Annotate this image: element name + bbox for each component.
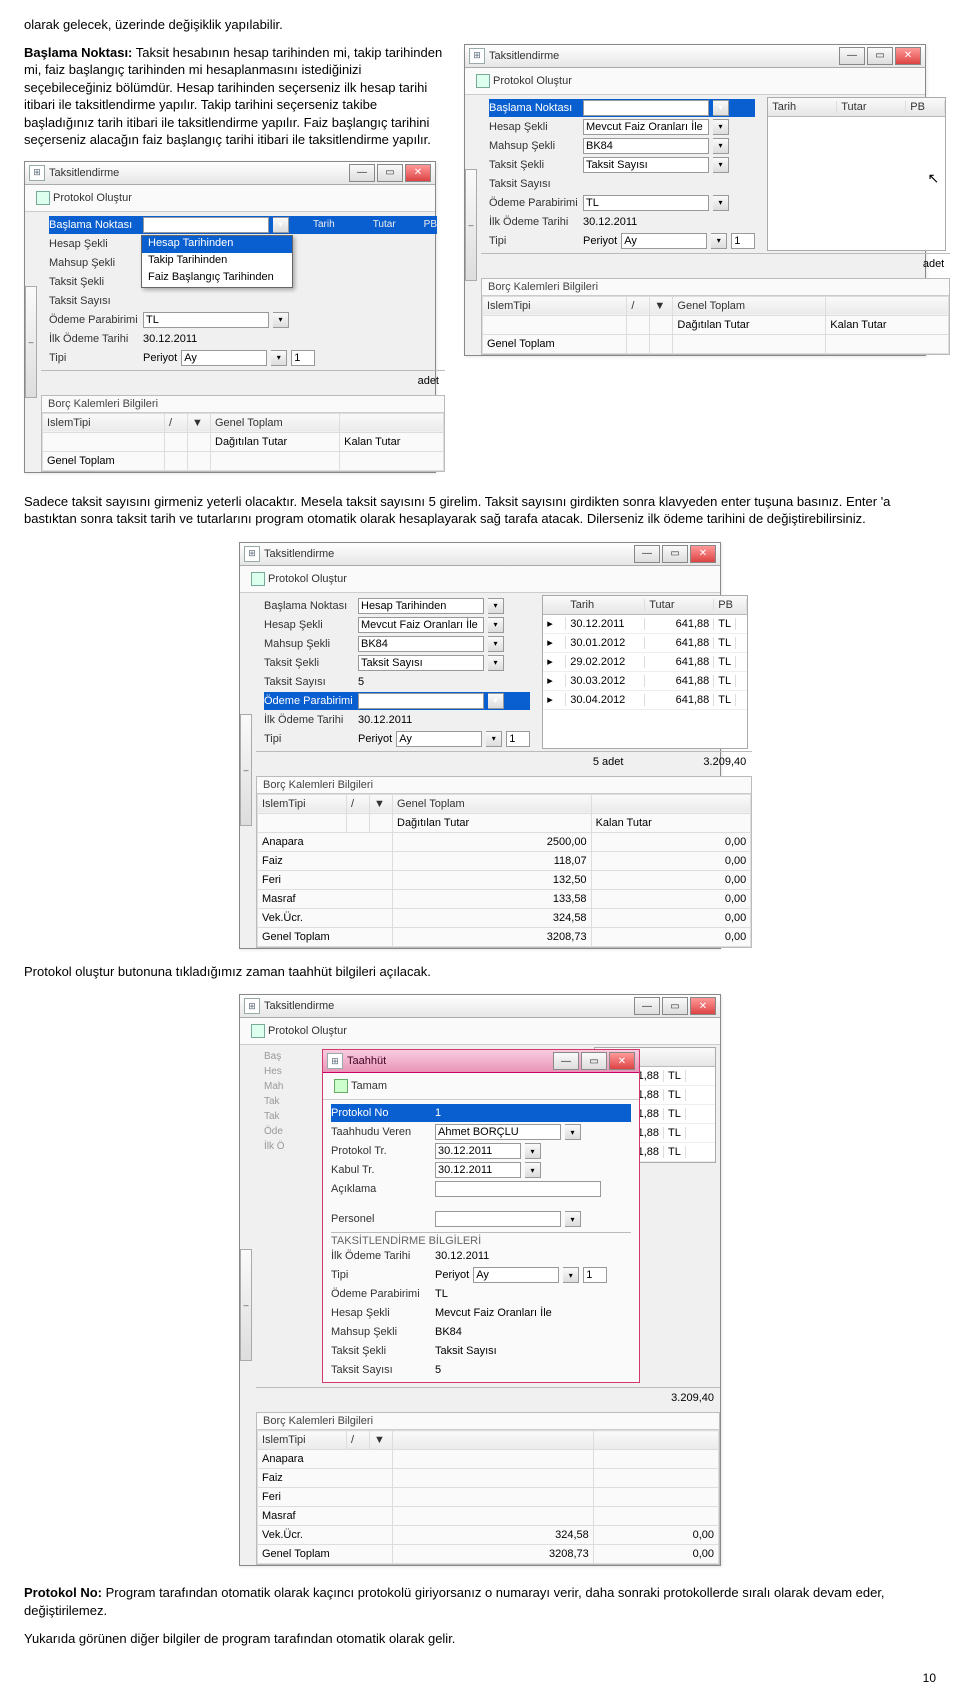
protokol-olustur-button[interactable]: Protokol Oluştur <box>244 1022 354 1040</box>
app-icon: ⊞ <box>29 165 45 181</box>
table-row: ▸30.01.2012641,88TL <box>543 634 747 653</box>
collapse-handle[interactable]: – <box>465 169 477 281</box>
hesap-sekli-input[interactable]: Mevcut Faiz Oranları İle <box>583 119 709 135</box>
dd-opt-faiz[interactable]: Faiz Başlangıç Tarihinden <box>142 270 292 287</box>
min-button[interactable]: — <box>634 997 660 1015</box>
check-icon <box>334 1079 348 1093</box>
table-row: Masraf133,580,00 <box>258 889 751 908</box>
aciklama-input[interactable] <box>435 1181 601 1197</box>
dropdown-icon[interactable]: ▾ <box>273 217 289 233</box>
taksit-sekli-input[interactable]: Taksit Sayısı <box>583 157 709 173</box>
page-number: 10 <box>24 1671 936 1685</box>
close-button[interactable]: ✕ <box>690 545 716 563</box>
periyot-input[interactable]: Ay <box>181 350 267 366</box>
para-son: Yukarıda görünen diğer bilgiler de progr… <box>24 1630 936 1648</box>
tamam-button[interactable]: Tamam <box>327 1077 394 1095</box>
table-row: Faiz <box>258 1469 719 1488</box>
close-button[interactable]: ✕ <box>690 997 716 1015</box>
dropdown-icon[interactable]: ▾ <box>711 233 727 249</box>
table-row: ▸29.02.2012641,88TL <box>543 653 747 672</box>
dropdown-icon[interactable]: ▾ <box>713 157 729 173</box>
min-button[interactable]: — <box>634 545 660 563</box>
max-button[interactable]: ▭ <box>867 47 893 65</box>
protokol-olustur-button[interactable]: Protokol Oluştur <box>244 570 354 588</box>
baslama-input[interactable]: Hesap Tarihinden <box>583 100 709 116</box>
min-button[interactable]: — <box>839 47 865 65</box>
min-button[interactable]: — <box>349 164 375 182</box>
screenshot-form-filled: ⊞ Taksitlendirme — ▭ ✕ Protokol Oluştur … <box>464 44 926 356</box>
dd-opt-takip[interactable]: Takip Tarihinden <box>142 253 292 270</box>
table-row: ▸30.12.2011641,88TL <box>543 615 747 634</box>
para-protokol-no: Protokol No: Program tarafından otomatik… <box>24 1584 936 1619</box>
dropdown-icon[interactable]: ▾ <box>713 195 729 211</box>
baslama-input[interactable]: Hesap Tarihinden <box>143 217 269 233</box>
table-row: Anapara <box>258 1450 719 1469</box>
dropdown-icon[interactable]: ▾ <box>713 100 729 116</box>
table-row: Masraf <box>258 1507 719 1526</box>
doc-icon <box>251 1024 265 1038</box>
table-row: Faiz118,070,00 <box>258 851 751 870</box>
odeme-para-input[interactable]: TL <box>143 312 269 328</box>
lead-baslama: Başlama Noktası: <box>24 45 132 60</box>
para-baslama: Başlama Noktası: Taksit hesabının hesap … <box>24 44 444 149</box>
para-protokol: Protokol oluştur butonuna tıkladığımız z… <box>24 963 936 981</box>
baslama-dropdown-list[interactable]: Hesap Tarihinden Takip Tarihinden Faiz B… <box>141 235 293 288</box>
max-button[interactable]: ▭ <box>662 545 688 563</box>
personel-input[interactable] <box>435 1211 561 1227</box>
odeme-para-input[interactable]: TL <box>583 195 709 211</box>
min-button[interactable]: — <box>553 1052 579 1070</box>
max-button[interactable]: ▭ <box>662 997 688 1015</box>
periyot-n-input[interactable]: 1 <box>291 350 315 366</box>
close-button[interactable]: ✕ <box>405 164 431 182</box>
mahsup-input[interactable]: BK84 <box>583 138 709 154</box>
doc-icon <box>36 191 50 205</box>
window-title: Taksitlendirme <box>49 167 349 179</box>
para-intro: olarak gelecek, üzerinde değişiklik yapı… <box>24 16 936 34</box>
app-icon: ⊞ <box>244 998 260 1014</box>
table-row: Feri132,500,00 <box>258 870 751 889</box>
screenshot-taksit-filled: ⊞ Taksitlendirme — ▭ ✕ Protokol Oluştur … <box>239 542 721 949</box>
max-button[interactable]: ▭ <box>377 164 403 182</box>
app-icon: ⊞ <box>244 546 260 562</box>
max-button[interactable]: ▭ <box>581 1052 607 1070</box>
taahhudu-veren-input[interactable]: Ahmet BORÇLU <box>435 1124 561 1140</box>
borc-table: IslemTipi/▼Genel Toplam Dağıtılan TutarK… <box>42 413 444 471</box>
protokol-olustur-button[interactable]: Protokol Oluştur <box>29 189 139 207</box>
para-taksit: Sadece taksit sayısını girmeniz yeterli … <box>24 493 936 528</box>
protokol-olustur-button[interactable]: Protokol Oluştur <box>469 72 579 90</box>
collapse-handle[interactable]: – <box>240 1249 252 1361</box>
screenshot-dropdown-open: ⊞ Taksitlendirme — ▭ ✕ Protokol Oluştur … <box>24 161 436 473</box>
screenshot-taahhut-modal: ⊞ Taksitlendirme — ▭ ✕ Protokol Oluştur … <box>239 994 721 1566</box>
doc-icon <box>476 74 490 88</box>
dd-opt-hesap[interactable]: Hesap Tarihinden <box>142 236 292 253</box>
table-row: Anapara2500,000,00 <box>258 832 751 851</box>
table-row: ▸30.03.2012641,88TL <box>543 672 747 691</box>
borc-section: Borç Kalemleri Bilgileri IslemTipi/▼Gene… <box>41 395 445 472</box>
table-row: Vek.Ücr.324,580,00 <box>258 908 751 927</box>
dropdown-icon[interactable]: ▾ <box>271 350 287 366</box>
table-row: ▸30.04.2012641,88TL <box>543 691 747 710</box>
table-row: Genel Toplam3208,730,00 <box>258 927 751 946</box>
doc-icon <box>251 572 265 586</box>
periyot-input[interactable]: Ay <box>621 233 707 249</box>
close-button[interactable]: ✕ <box>895 47 921 65</box>
taksit-grid: Tarih Tutar PB ▸30.12.2011641,88TL ▸30.0… <box>542 595 748 749</box>
app-icon: ⊞ <box>469 48 485 64</box>
dropdown-icon[interactable]: ▾ <box>713 138 729 154</box>
collapse-handle[interactable]: – <box>25 286 37 398</box>
cursor-icon: ↖ <box>928 170 940 187</box>
table-row: Genel Toplam3208,730,00 <box>258 1545 719 1564</box>
close-button[interactable]: ✕ <box>609 1052 635 1070</box>
dropdown-icon[interactable]: ▾ <box>713 119 729 135</box>
dropdown-icon[interactable]: ▾ <box>273 312 289 328</box>
table-row: Vek.Ücr.324,580,00 <box>258 1526 719 1545</box>
collapse-handle[interactable]: – <box>240 714 252 826</box>
taahhut-modal: ⊞ Taahhüt — ▭ ✕ Tamam <box>322 1049 640 1383</box>
table-row: Feri <box>258 1488 719 1507</box>
modal-icon: ⊞ <box>327 1053 343 1069</box>
periyot-n-input[interactable]: 1 <box>731 233 755 249</box>
row-baslama-noktasi: Başlama Noktası Hesap Tarihinden▾ Tarih … <box>49 216 437 234</box>
borc-table: IslemTipi/▼Genel Toplam Dağıtılan TutarK… <box>257 794 751 947</box>
